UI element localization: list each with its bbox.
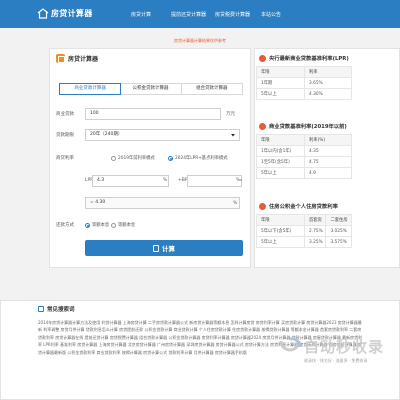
nav-item-announcement[interactable]: 本站公告 bbox=[261, 11, 281, 18]
result-rate-prefix: = bbox=[90, 200, 94, 205]
table-cell: 3.025% bbox=[325, 225, 352, 237]
bp-unit: ‰ bbox=[236, 178, 243, 183]
loan-amount-unit: 万元 bbox=[226, 112, 235, 117]
lpr-panel-title: 央行最新商业贷款基准利率(LPR) bbox=[259, 54, 349, 62]
table-cell: 1年以内(含1年) bbox=[256, 145, 305, 157]
calculate-button[interactable]: 计算 bbox=[85, 240, 243, 256]
watermark-slogan: 收录快 · 排名好 · 流量多 · 免费收录 bbox=[304, 358, 368, 363]
table-cell: 4.75 bbox=[304, 156, 352, 168]
hot-search-header: 常见搜索词 bbox=[38, 305, 75, 313]
commercial-panel-title-text: 商业贷款基准利率(2019年以前) bbox=[269, 124, 347, 130]
repay-label: 还款方式 bbox=[56, 223, 74, 228]
radio-icon bbox=[111, 222, 116, 228]
nav-item-loan-calc[interactable]: 房贷计算 bbox=[131, 11, 151, 18]
table-cell: 3.25% bbox=[303, 236, 327, 248]
table-row: 1至5年(含5年) 4.75 bbox=[256, 156, 352, 168]
table-cell: 3.65% bbox=[304, 77, 352, 89]
table-row: 1年以内(含1年) 4.35 bbox=[256, 145, 352, 157]
nav-item-prepay-calc[interactable]: 提前还贷计算器 bbox=[171, 11, 206, 18]
provident-rate-table: 年限 首套房 二套住房 5年以下(含5年) 2.75% 3.025% 5年以上 … bbox=[256, 214, 352, 248]
table-header-cell: 首套房 bbox=[303, 214, 327, 226]
table-cell: 4.35 bbox=[304, 145, 352, 157]
watermark-logo: 自动秒收录 bbox=[278, 336, 384, 357]
lpr-unit: % bbox=[163, 178, 168, 183]
result-rate-field: = 4.30 bbox=[85, 197, 240, 209]
loan-amount-input[interactable]: 100 bbox=[85, 108, 221, 120]
rate-mode-lpr-radio[interactable]: 2024年LPR+基点利率模式 bbox=[168, 155, 228, 161]
tab-combined-loan[interactable]: 组合贷款计算器 bbox=[182, 84, 242, 94]
bank-icon bbox=[259, 202, 266, 210]
lpr-input[interactable]: 4.3 bbox=[92, 175, 169, 187]
repay-equal-principal-label: 等额本金 bbox=[118, 223, 136, 228]
bank-icon bbox=[259, 54, 266, 62]
table-cell: 5年以上 bbox=[256, 167, 305, 179]
radio-selected-icon bbox=[85, 222, 90, 228]
table-row: 5年以上 4.30% bbox=[256, 88, 352, 100]
chevron-down-icon bbox=[231, 134, 235, 137]
rate-mode-2019-label: 2019年前利率模式 bbox=[118, 156, 155, 161]
main-nav: 房贷计算 提前还贷计算器 房贷税费计算器 本站公告 bbox=[0, 11, 400, 19]
table-row: 1年期 3.65% bbox=[256, 77, 352, 89]
table-row: 5年以上 3.25% 3.575% bbox=[256, 236, 352, 248]
tab-provident-fund-loan[interactable]: 公积金贷款计算器 bbox=[120, 84, 182, 94]
table-header-cell: 年限 bbox=[256, 66, 305, 78]
table-header-cell: 二套住房 bbox=[325, 214, 352, 226]
provident-panel-title: 住房公积金个人住房贷款利率 bbox=[259, 202, 338, 210]
loan-amount-label: 商业贷款 bbox=[56, 112, 74, 117]
result-rate-unit: % bbox=[233, 201, 238, 206]
calculate-button-label: 计算 bbox=[162, 245, 175, 253]
table-cell: 2.75% bbox=[303, 225, 327, 237]
calculator-title: 房贷计算器 bbox=[68, 56, 99, 63]
table-cell: 1年期 bbox=[256, 77, 305, 89]
rate-label: 商贷利率 bbox=[56, 156, 74, 161]
calculator-icon bbox=[153, 244, 159, 252]
commercial-rate-table: 年限 利率(%) 1年以内(含1年) 4.35 1至5年(含5年) 4.75 5… bbox=[256, 134, 352, 179]
notice-text: 房贷计算器计算结果仅供参考 bbox=[174, 38, 226, 43]
table-header-row: 年限 利率 bbox=[256, 66, 352, 78]
lpr-panel-title-text: 央行最新商业贷款基准利率(LPR) bbox=[269, 56, 349, 62]
repay-equal-installment-radio[interactable]: 等额本息 bbox=[85, 222, 109, 228]
table-header-cell: 年限 bbox=[256, 214, 305, 226]
table-row: 5年以下(含5年) 2.75% 3.025% bbox=[256, 225, 352, 237]
watermark-logo-icon bbox=[279, 336, 302, 351]
calculator-header: 房贷计算器 bbox=[56, 54, 98, 63]
bp-input[interactable] bbox=[187, 175, 242, 187]
table-header-cell: 利率 bbox=[304, 66, 352, 78]
commercial-panel-title: 商业贷款基准利率(2019年以前) bbox=[259, 122, 347, 130]
watermark-brand: 自动秒收录 bbox=[304, 338, 385, 356]
loan-term-label: 贷款期限 bbox=[56, 133, 74, 138]
table-header-cell: 年限 bbox=[256, 134, 305, 146]
calculator-icon bbox=[56, 54, 65, 63]
table-header-cell: 利率(%) bbox=[304, 134, 352, 146]
table-cell: 1至5年(含5年) bbox=[256, 156, 305, 168]
tab-commercial-loan[interactable]: 商业贷款计算器 bbox=[59, 83, 122, 95]
nav-item-tax-calc[interactable]: 房贷税费计算器 bbox=[215, 11, 250, 18]
radio-selected-icon bbox=[168, 155, 173, 161]
table-cell: 4.9 bbox=[304, 167, 352, 179]
table-cell: 5年以上 bbox=[256, 236, 305, 248]
table-header-row: 年限 利率(%) bbox=[256, 134, 352, 146]
table-cell: 5年以下(含5年) bbox=[256, 225, 305, 237]
loan-term-value: 20年（240期） bbox=[90, 132, 123, 137]
top-nav-bar: 房贷计算器 房贷计算 提前还贷计算器 房贷税费计算器 本站公告 bbox=[0, 0, 400, 28]
table-cell: 5年以上 bbox=[256, 88, 305, 100]
watermark: 自动秒收录 收录快 · 排名好 · 流量多 · 免费收录 bbox=[278, 336, 400, 386]
radio-icon bbox=[111, 155, 116, 161]
list-icon bbox=[38, 306, 44, 312]
calculator-tabs: 商业贷款计算器 公积金贷款计算器 组合贷款计算器 bbox=[59, 83, 243, 95]
repay-equal-installment-label: 等额本息 bbox=[92, 223, 110, 228]
table-header-row: 年限 首套房 二套住房 bbox=[256, 214, 352, 226]
loan-term-select[interactable]: 20年（240期） bbox=[85, 129, 240, 141]
rate-mode-2019-radio[interactable]: 2019年前利率模式 bbox=[111, 155, 155, 161]
table-cell: 3.575% bbox=[325, 236, 352, 248]
hot-search-title: 常见搜索词 bbox=[47, 307, 75, 313]
provident-panel-title-text: 住房公积金个人住房贷款利率 bbox=[269, 204, 338, 210]
table-row: 5年以上 4.9 bbox=[256, 167, 352, 179]
repay-equal-principal-radio[interactable]: 等额本金 bbox=[111, 222, 135, 228]
bank-icon bbox=[259, 122, 266, 130]
result-rate-value: 4.30 bbox=[95, 200, 106, 205]
lpr-table: 年限 利率 1年期 3.65% 5年以上 4.30% bbox=[256, 66, 352, 100]
table-cell: 4.30% bbox=[304, 88, 352, 100]
rate-mode-lpr-label: 2024年LPR+基点利率模式 bbox=[175, 156, 228, 161]
